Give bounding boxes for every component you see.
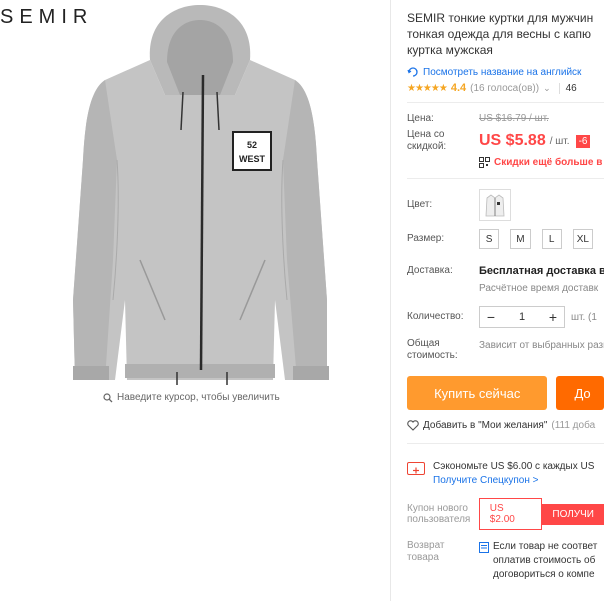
rating-row: ★★★★★ 4.4 (16 голоса(ов)) ⌄ 46 [407,82,604,94]
product-title-line: тонкая одежда для весны с капю [407,27,592,41]
shipping-info[interactable]: Бесплатная доставка в [479,265,604,277]
coupon-icon [407,462,425,475]
column-divider [390,0,391,601]
patch-text-top: 52 [247,140,257,150]
new-user-coupon-value: US $2.00 [478,498,543,530]
add-to-cart-button[interactable]: До [556,376,604,410]
quantity-row: Количество: − 1 + шт. (1 [407,306,604,328]
rating-value: 4.4 [450,82,467,94]
saving-text: Сэкономьте US $6.00 с каждых US [433,461,595,472]
orders-count: 46 [558,82,577,94]
qr-code-icon [479,157,490,168]
product-image[interactable]: 52 WEST [55,0,345,385]
magnifier-icon [103,392,113,402]
chevron-down-icon[interactable]: ⌄ [543,83,551,94]
color-label: Цвет: [407,199,433,210]
returns-label: Возврат товара [407,540,445,563]
sale-price: US $5.88 [479,132,546,149]
size-option-m[interactable]: M [510,229,531,249]
returns-text-line: договориться о компе [493,569,595,580]
new-user-coupon-row: Купон нового пользователя US $2.00 ПОЛУЧ… [407,498,604,530]
translate-link[interactable]: Посмотреть название на английск [407,66,604,78]
increase-button[interactable]: + [542,309,564,325]
product-title: SEMIR тонкие куртки для мужчин тонкая од… [407,10,604,58]
zoom-hint: Наведите курсор, чтобы увеличить [103,392,280,403]
total-note: Зависит от выбранных разм [479,340,604,351]
document-icon [479,542,489,553]
discount-badge: -6 [575,134,591,148]
zoom-hint-text: Наведите курсор, чтобы увеличить [117,392,280,403]
wishlist-label: Добавить в "Мои желания" [423,420,548,431]
total-label: Общая стоимость: [407,338,458,361]
total-row: Общая стоимость: Зависит от выбранных ра… [407,338,604,362]
heart-icon [407,420,419,431]
quantity-label: Количество: [407,311,464,322]
star-rating-icon: ★★★★★ [407,82,448,94]
returns-text-line: Если товар не соответ [493,541,598,552]
per-unit: / шт. [549,135,570,147]
product-title-line: куртка мужская [407,43,493,57]
delivery-estimate: Расчётное время доставк [479,283,599,294]
wishlist-count: (111 доба [551,420,596,431]
get-coupon-button[interactable]: ПОЛУЧИ [542,503,604,525]
decrease-button[interactable]: − [480,309,502,325]
divider [407,178,604,179]
patch-text-bottom: WEST [239,154,266,164]
original-price: US $16.79 / шт. [479,113,549,124]
quantity-unit: шт. (1 [571,311,597,323]
new-user-coupon-label: Купон нового пользователя [407,503,471,525]
price-row: Цена: US $16.79 / шт. [407,113,604,125]
size-label: Размер: [407,233,445,244]
quantity-input[interactable]: 1 [502,311,542,323]
divider [407,102,604,103]
price-label: Цена: [407,113,434,124]
color-row: Цвет: [407,189,604,221]
sale-price-label: Цена со скидкой: [407,129,447,152]
get-coupon-link[interactable]: Получите Спецкупон > [433,474,594,488]
action-buttons: Купить сейчас До [407,376,604,410]
sale-price-row: Цена со скидкой: US $5.88 / шт. -6 [407,129,604,153]
translate-link-text: Посмотреть название на английск [423,66,582,78]
divider [407,443,604,444]
shipping-row: Доставка: Бесплатная доставка в Расчётно… [407,265,604,294]
returns-row: Возврат товара Если товар не соответ опл… [407,540,604,582]
translate-icon [407,67,418,77]
jacket-thumbnail-icon [485,194,505,217]
size-option-xl[interactable]: XL [572,229,593,249]
buy-now-button[interactable]: Купить сейчас [407,376,548,410]
color-option-thumbnail[interactable] [479,189,511,221]
add-to-wishlist[interactable]: Добавить в "Мои желания" (111 доба [407,420,604,431]
size-option-l[interactable]: L [541,229,562,249]
extra-discount-link[interactable]: Скидки ещё больше в [479,157,604,168]
size-option-s[interactable]: S [479,229,500,249]
saving-banner: Сэкономьте US $6.00 с каждых US Получите… [407,460,604,488]
returns-text-line: оплатив стоимость об [493,555,596,566]
product-title-line: SEMIR тонкие куртки для мужчин [407,11,594,25]
extra-discount-text: Скидки ещё больше в [494,157,603,168]
size-row: Размер: S M L XL [407,229,604,249]
quantity-stepper: − 1 + [479,306,565,328]
product-info: SEMIR тонкие куртки для мужчин тонкая од… [407,0,604,601]
votes-count[interactable]: (16 голоса(ов)) [470,83,539,94]
product-gallery: SEMIR 52 WEST Наведите курсор, чтобы уве… [0,0,390,601]
shipping-label: Доставка: [407,265,453,276]
